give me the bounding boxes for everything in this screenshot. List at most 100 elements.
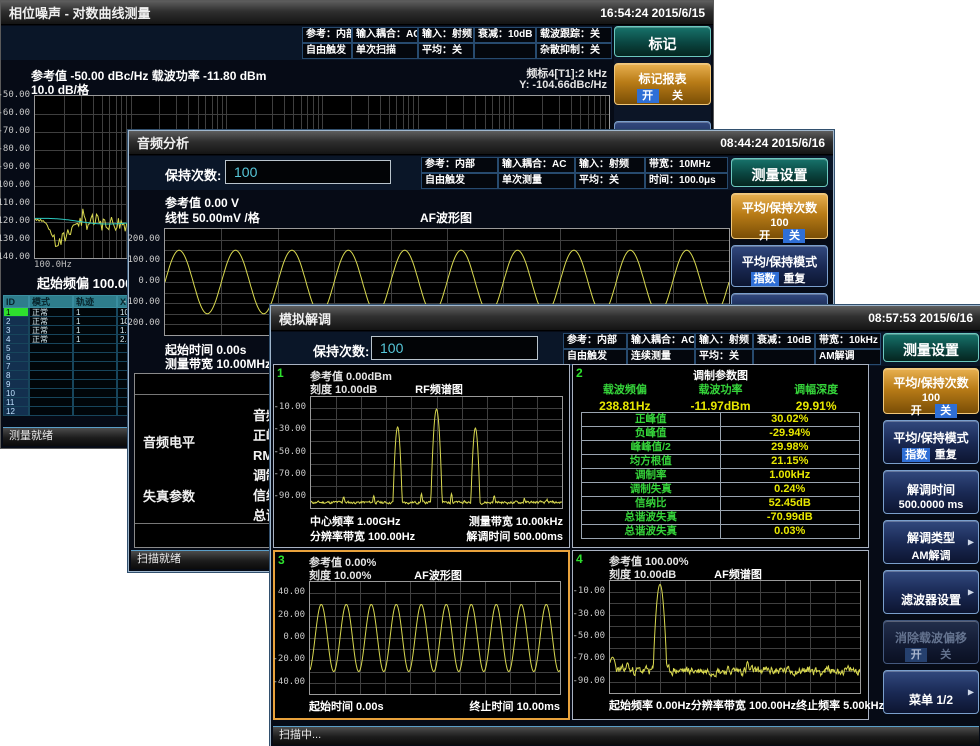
demod-type-button[interactable]: 解调类型 AM解调 ▶	[883, 520, 979, 564]
settings-cell: 平均：关	[695, 349, 753, 365]
mod-param-row: 调制率1.00kHz	[582, 469, 859, 483]
settings-cell: 输入耦合：AC	[627, 333, 695, 349]
table-cell	[29, 407, 73, 416]
on-toggle[interactable]: 开	[637, 89, 659, 103]
repeat-mode-toggle[interactable]: 重复	[780, 272, 808, 286]
table-cell: 9	[3, 380, 29, 389]
trace	[311, 409, 562, 504]
scale-readout: 刻度 10.00dB	[310, 381, 377, 397]
titlebar: 音频分析 08:44:24 2015/6/16	[129, 131, 833, 155]
titlebar: 模拟解调 08:57:53 2015/6/16	[271, 306, 980, 331]
demod-time-button[interactable]: 解调时间 500.0000 ms	[883, 470, 979, 514]
measure-setup-button[interactable]: 测量设置	[731, 158, 828, 187]
marker-button[interactable]: 标记	[614, 26, 711, 57]
settings-bar: 保持次数: 参考：内部输入耦合：AC输入：射频衰减：10dB带宽：10kHz自由…	[271, 332, 980, 366]
on-toggle[interactable]: 开	[754, 229, 776, 243]
avg-hold-mode-button[interactable]: 平均/保持模式 指数 重复	[731, 245, 828, 287]
repeat-mode-toggle[interactable]: 重复	[932, 448, 960, 462]
clock: 16:54:24 2015/6/15	[600, 6, 705, 20]
table-cell	[29, 398, 73, 407]
submenu-arrow-icon: ▶	[968, 688, 974, 697]
rf-spectrum-chart	[310, 396, 563, 509]
settings-cell: 连续测量	[627, 349, 695, 365]
af-spectrum-chart	[609, 580, 861, 694]
chart-p4-svg	[610, 581, 860, 693]
y-tick-label: -70.00	[0, 126, 30, 136]
avg-hold-mode-button[interactable]: 平均/保持模式 指数 重复	[883, 420, 979, 464]
submenu-arrow-icon: ▶	[968, 588, 974, 597]
table-cell: 1	[3, 308, 29, 317]
mod-param-row: 总谐波失真0.03%	[582, 525, 859, 538]
settings-cell: 自由触发	[421, 173, 498, 189]
start-freq-readout: 起始频率 0.00Hz	[609, 697, 691, 713]
hold-count-input[interactable]	[225, 160, 391, 184]
table-cell: 10	[3, 389, 29, 398]
window-title: 音频分析	[137, 133, 189, 152]
avg-hold-count-button[interactable]: 平均/保持次数 100 开 关	[731, 193, 828, 239]
panel-mod-params[interactable]: 2 调制参数图 载波频偏238.81Hz载波功率-11.97dBm调幅深度29.…	[572, 364, 869, 548]
filter-setup-button[interactable]: 滤波器设置 ▶	[883, 570, 979, 614]
carrier-readout: 载波功率-11.97dBm	[673, 381, 769, 413]
panel-af-spectrum[interactable]: 4 参考值 100.00% 刻度 10.00dB AF频谱图 -10.00-30…	[572, 550, 869, 720]
mod-param-row: 正峰值30.02%	[582, 413, 859, 427]
y-tick-label: -90.00	[0, 162, 30, 172]
marker-table-header-cell: 模式	[29, 295, 73, 308]
mod-param-value: -70.99dB	[721, 511, 860, 524]
table-cell: 8	[3, 371, 29, 380]
table-cell	[73, 353, 117, 362]
settings-cells: 参考：内部输入耦合：AC输入：射频带宽：10MHz自由触发单次测量平均：关时间：…	[421, 157, 728, 189]
mod-param-value: 1.00kHz	[721, 469, 860, 482]
y-tick-label: 200.00	[127, 234, 160, 244]
mod-param-label: 峰峰值/2	[582, 441, 721, 454]
exp-mode-toggle[interactable]: 指数	[902, 448, 930, 462]
stop-time-readout: 终止时间 10.00ms	[470, 698, 560, 714]
settings-cell: 输入：射频	[575, 157, 645, 173]
on-toggle[interactable]: 开	[905, 648, 927, 662]
settings-cell: AM解调	[815, 349, 881, 365]
off-toggle[interactable]: 关	[783, 229, 805, 243]
mod-param-label: 负峰值	[582, 427, 721, 440]
measure-setup-button[interactable]: 测量设置	[883, 333, 979, 362]
y-tick-label: 0.00	[138, 276, 160, 286]
mod-param-label: 总谐波失真	[582, 511, 721, 524]
off-toggle[interactable]: 关	[935, 404, 957, 418]
table-cell	[73, 362, 117, 371]
y-tick-label: -70.00	[273, 469, 306, 479]
group-audio-level: 音频电平	[143, 432, 195, 451]
table-cell: 正常	[29, 326, 73, 335]
mod-param-row: 总谐波失真-70.99dB	[582, 511, 859, 525]
hold-count-input[interactable]	[371, 336, 538, 360]
carrier-readout-value: 238.81Hz	[577, 397, 673, 413]
table-cell	[29, 380, 73, 389]
carrier-readout-value: 29.91%	[768, 397, 864, 413]
clock: 08:44:24 2015/6/16	[720, 136, 825, 150]
y-tick-label: -200.00	[122, 318, 160, 328]
carrier-readout-label: 载波功率	[673, 381, 769, 397]
stop-freq-readout: 终止频率 5.00kHz	[796, 697, 884, 713]
panel-rf-spectrum[interactable]: 1 参考值 0.00dBm 刻度 10.00dB RF频谱图 -10.00-30…	[273, 364, 570, 548]
table-cell: 正常	[29, 308, 73, 317]
exp-mode-toggle[interactable]: 指数	[751, 272, 779, 286]
panel-af-waveform[interactable]: 3 参考值 0.00% 刻度 10.00% AF波形图 40.0020.000.…	[273, 550, 570, 720]
settings-cell: 自由触发	[302, 43, 352, 59]
center-freq-readout: 中心频率 1.00GHz	[310, 513, 400, 529]
settings-cell	[753, 349, 815, 365]
window-title: 相位噪声 - 对数曲线测量	[9, 3, 151, 22]
mod-param-row: 信纳比52.45dB	[582, 497, 859, 511]
marker-report-button[interactable]: 标记报表 开 关	[614, 63, 711, 105]
y-tick-label: -30.00	[572, 609, 605, 619]
off-toggle[interactable]: 关	[666, 89, 688, 103]
table-cell: 正常	[29, 317, 73, 326]
on-toggle[interactable]: 开	[905, 404, 927, 418]
avg-hold-count-button[interactable]: 平均/保持次数 100 开 关	[883, 368, 979, 414]
table-cell: 6	[3, 353, 29, 362]
settings-cell: 衰减：10dB	[753, 333, 815, 349]
settings-cell: 输入耦合：AC	[352, 27, 418, 43]
menu-page-button[interactable]: 菜单 1/2 ▶	[883, 670, 979, 714]
settings-cell: 输入耦合：AC	[498, 157, 575, 173]
off-toggle[interactable]: 关	[935, 648, 957, 662]
y-tick-label: -10.00	[572, 586, 605, 596]
table-cell	[73, 371, 117, 380]
carrier-offset-button[interactable]: 消除载波偏移 开 关	[883, 620, 979, 664]
y-tick-label: 0.00	[283, 632, 305, 642]
